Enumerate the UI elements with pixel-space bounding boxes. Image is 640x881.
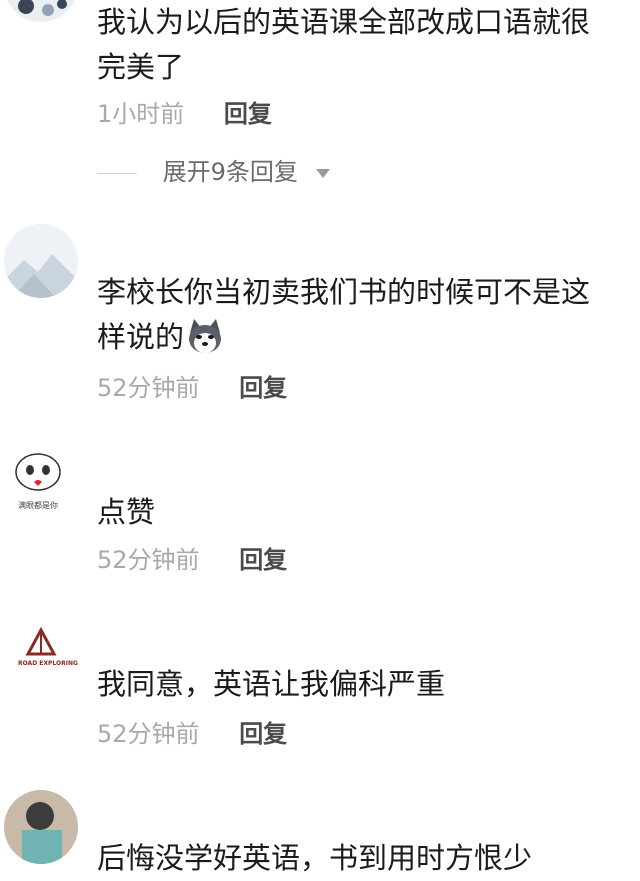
comment-meta: 52分钟前 回复 (97, 544, 287, 576)
comment-text: 我认为以后的英语课全部改成口语就很完美了 (97, 5, 591, 84)
comment-text-content: 李校长你当初卖我们书的时候可不是这样说的 (97, 275, 591, 354)
avatar-caption: 满眼都是你 (18, 501, 58, 510)
expand-replies-button[interactable]: 展开9条回复 (97, 156, 330, 188)
avatar-image (4, 790, 78, 864)
comment-text: 后悔没学好英语，书到用时方恨少 (97, 841, 533, 875)
comment-text: 我同意，英语让我偏科严重 (97, 667, 446, 701)
reply-button[interactable]: 回复 (239, 544, 287, 576)
reply-button[interactable]: 回复 (239, 718, 287, 750)
comment-meta: 52分钟前 回复 (97, 718, 287, 750)
husky-dog-emoji (186, 317, 224, 355)
caret-down-icon (315, 168, 330, 178)
expand-replies-label: 展开9条回复 (162, 158, 298, 186)
reply-button[interactable]: 回复 (224, 98, 272, 130)
avatar-image (4, 224, 78, 298)
avatar[interactable] (4, 0, 78, 22)
avatar[interactable] (4, 224, 78, 298)
comment-meta: 1小时前 回复 (97, 98, 272, 130)
avatar-image (4, 616, 78, 690)
avatar[interactable] (4, 616, 78, 690)
comment-text: 点赞 (97, 495, 156, 529)
reply-button[interactable]: 回复 (239, 372, 287, 404)
comment-text: 李校长你当初卖我们书的时候可不是这样说的 (97, 270, 617, 360)
avatar-caption: ROAD EXPLORING (18, 660, 78, 667)
divider-line (97, 172, 137, 174)
avatar[interactable] (4, 790, 78, 864)
comment-time: 52分钟前 (97, 546, 200, 574)
comment-time: 1小时前 (97, 100, 185, 128)
comment-meta: 52分钟前 回复 (97, 372, 287, 404)
avatar-image (4, 0, 78, 22)
comment-time: 52分钟前 (97, 374, 200, 402)
comment-time: 52分钟前 (97, 720, 200, 748)
